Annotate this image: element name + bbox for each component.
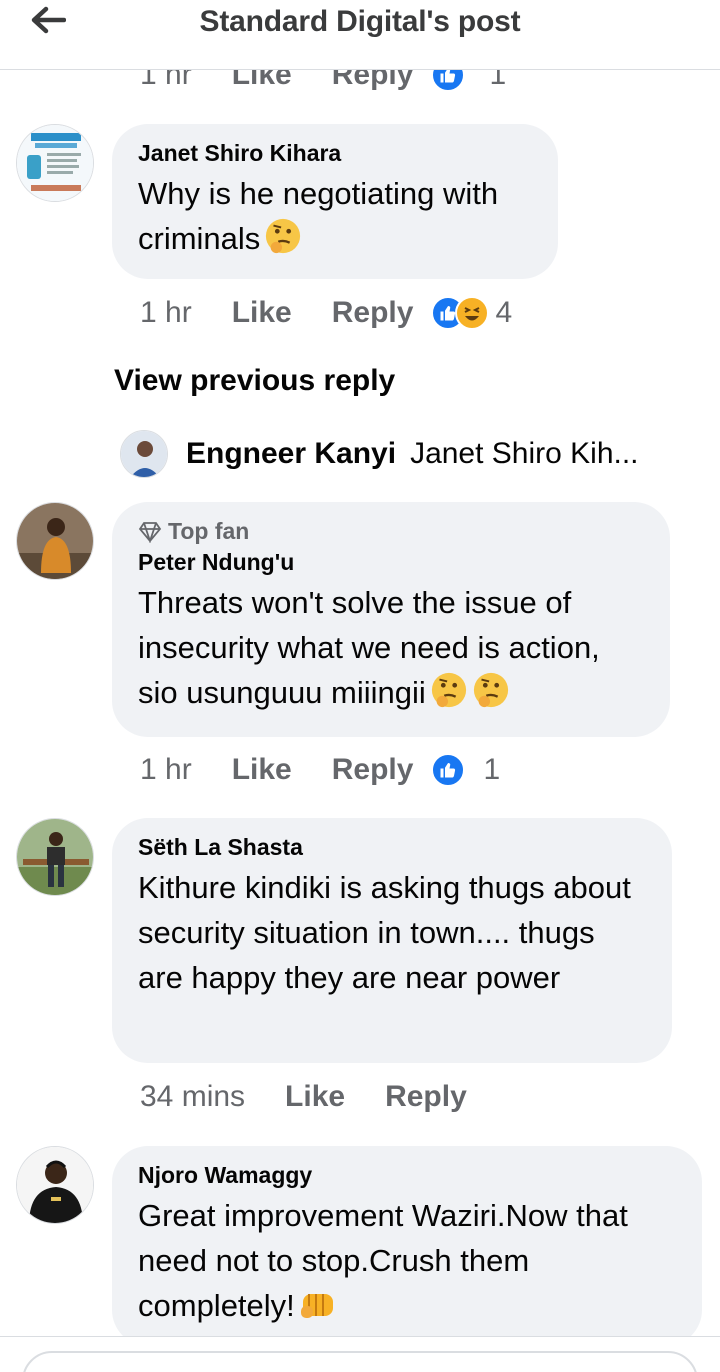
comment-time: 34 mins [140, 1080, 246, 1113]
reply-snippet: Janet Shiro Kih... [410, 437, 639, 470]
comment-text: Great improvement Waziri.Now that need n… [138, 1193, 676, 1334]
comment-bubble[interactable]: Njoro Wamaggy Great improvement Waziri.N… [112, 1146, 702, 1336]
thinking-face-icon [264, 217, 302, 267]
avatar[interactable] [16, 1146, 94, 1224]
reply-button[interactable]: Reply [385, 1080, 467, 1114]
avatar[interactable] [16, 502, 94, 580]
avatar[interactable] [120, 430, 168, 478]
reaction-count: 4 [495, 296, 513, 329]
comment-actions: 1 hr Like Reply 1 [140, 753, 500, 787]
comments-list[interactable]: 1 hr Like Reply 1 Janet Shiro Kihara Why… [0, 0, 720, 1336]
reply-author[interactable]: Engneer Kanyi [186, 437, 396, 471]
top-fan-label: Top fan [168, 518, 250, 544]
comment-text: Why is he negotiating with criminals [138, 171, 532, 267]
thinking-face-icon [472, 671, 510, 721]
like-button[interactable]: Like [232, 753, 292, 787]
comment-text: Kithure kindiki is asking thugs about se… [138, 870, 631, 995]
comment-author[interactable]: Sëth La Shasta [138, 834, 646, 861]
comment-author[interactable]: Peter Ndung'u [138, 549, 644, 576]
view-previous-reply-link[interactable]: View previous reply [114, 364, 395, 398]
like-reaction-icon [431, 753, 466, 787]
comment-bubble[interactable]: Top fan Peter Ndung'u Threats won't solv… [112, 502, 670, 737]
comment-author[interactable]: Njoro Wamaggy [138, 1162, 676, 1189]
comment-input[interactable] [22, 1351, 698, 1372]
comment-bubble[interactable]: Janet Shiro Kihara Why is he negotiating… [112, 124, 558, 279]
diamond-icon [138, 521, 162, 543]
oncoming-fist-icon [299, 1288, 339, 1334]
avatar[interactable] [16, 818, 94, 896]
haha-reaction-icon [455, 296, 490, 330]
comment-text: Threats won't solve the issue of insecur… [138, 580, 644, 721]
comment-time: 1 hr [140, 753, 192, 786]
comment-composer [0, 1336, 720, 1372]
comment-time: 1 hr [140, 296, 192, 329]
comment-bubble[interactable]: Sëth La Shasta Kithure kindiki is asking… [112, 818, 672, 1063]
post-header: Standard Digital's post [0, 0, 720, 70]
top-fan-badge: Top fan [138, 518, 644, 545]
reply-button[interactable]: Reply [332, 753, 414, 787]
thinking-face-icon [430, 671, 468, 721]
like-button[interactable]: Like [285, 1080, 345, 1114]
reactions-summary[interactable] [431, 753, 466, 787]
comment-actions: 34 mins Like Reply [140, 1080, 467, 1114]
comment-actions: 1 hr Like Reply 4 [140, 296, 512, 330]
avatar[interactable] [16, 124, 94, 202]
reaction-count: 1 [483, 753, 501, 786]
reply-button[interactable]: Reply [332, 296, 414, 330]
comment-author[interactable]: Janet Shiro Kihara [138, 140, 532, 167]
reply-preview[interactable]: Engneer Kanyi Janet Shiro Kih... [120, 430, 680, 478]
like-button[interactable]: Like [232, 296, 292, 330]
page-title: Standard Digital's post [199, 5, 521, 38]
reactions-summary[interactable] [431, 296, 490, 330]
